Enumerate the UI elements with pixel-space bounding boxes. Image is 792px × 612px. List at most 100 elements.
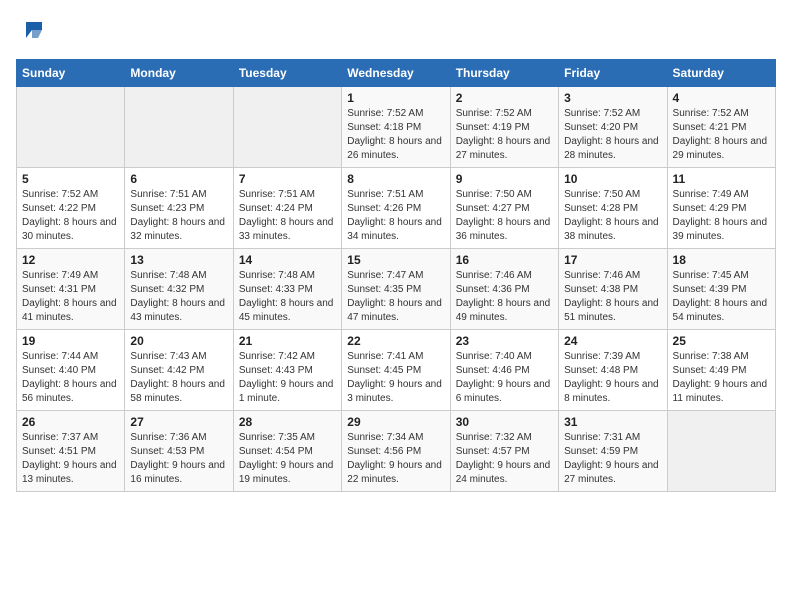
day-number: 10 <box>564 172 661 186</box>
calendar-cell: 10 Sunrise: 7:50 AMSunset: 4:28 PMDaylig… <box>559 168 667 249</box>
cell-info: Sunrise: 7:51 AMSunset: 4:24 PMDaylight:… <box>239 189 334 242</box>
calendar-cell <box>233 87 341 168</box>
calendar-cell: 14 Sunrise: 7:48 AMSunset: 4:33 PMDaylig… <box>233 249 341 330</box>
cell-info: Sunrise: 7:38 AMSunset: 4:49 PMDaylight:… <box>673 351 768 404</box>
calendar-cell: 15 Sunrise: 7:47 AMSunset: 4:35 PMDaylig… <box>342 249 450 330</box>
day-number: 3 <box>564 91 661 105</box>
cell-info: Sunrise: 7:40 AMSunset: 4:46 PMDaylight:… <box>456 351 551 404</box>
day-number: 23 <box>456 334 553 348</box>
calendar-cell: 2 Sunrise: 7:52 AMSunset: 4:19 PMDayligh… <box>450 87 558 168</box>
week-row-4: 19 Sunrise: 7:44 AMSunset: 4:40 PMDaylig… <box>17 330 776 411</box>
calendar-cell: 3 Sunrise: 7:52 AMSunset: 4:20 PMDayligh… <box>559 87 667 168</box>
calendar-cell: 19 Sunrise: 7:44 AMSunset: 4:40 PMDaylig… <box>17 330 125 411</box>
calendar-cell: 9 Sunrise: 7:50 AMSunset: 4:27 PMDayligh… <box>450 168 558 249</box>
calendar-cell: 1 Sunrise: 7:52 AMSunset: 4:18 PMDayligh… <box>342 87 450 168</box>
calendar-cell: 28 Sunrise: 7:35 AMSunset: 4:54 PMDaylig… <box>233 411 341 492</box>
week-row-3: 12 Sunrise: 7:49 AMSunset: 4:31 PMDaylig… <box>17 249 776 330</box>
calendar-cell <box>17 87 125 168</box>
header-day-sunday: Sunday <box>17 60 125 87</box>
header-day-saturday: Saturday <box>667 60 775 87</box>
logo <box>16 16 46 49</box>
day-number: 2 <box>456 91 553 105</box>
day-number: 17 <box>564 253 661 267</box>
day-number: 12 <box>22 253 119 267</box>
cell-info: Sunrise: 7:35 AMSunset: 4:54 PMDaylight:… <box>239 432 334 485</box>
day-number: 31 <box>564 415 661 429</box>
cell-info: Sunrise: 7:52 AMSunset: 4:21 PMDaylight:… <box>673 108 768 161</box>
calendar-cell: 29 Sunrise: 7:34 AMSunset: 4:56 PMDaylig… <box>342 411 450 492</box>
cell-info: Sunrise: 7:51 AMSunset: 4:26 PMDaylight:… <box>347 189 442 242</box>
week-row-5: 26 Sunrise: 7:37 AMSunset: 4:51 PMDaylig… <box>17 411 776 492</box>
cell-info: Sunrise: 7:31 AMSunset: 4:59 PMDaylight:… <box>564 432 659 485</box>
day-number: 26 <box>22 415 119 429</box>
cell-info: Sunrise: 7:45 AMSunset: 4:39 PMDaylight:… <box>673 270 768 323</box>
calendar-cell: 12 Sunrise: 7:49 AMSunset: 4:31 PMDaylig… <box>17 249 125 330</box>
day-number: 27 <box>130 415 227 429</box>
day-number: 28 <box>239 415 336 429</box>
day-number: 29 <box>347 415 444 429</box>
calendar-cell: 31 Sunrise: 7:31 AMSunset: 4:59 PMDaylig… <box>559 411 667 492</box>
calendar-cell: 21 Sunrise: 7:42 AMSunset: 4:43 PMDaylig… <box>233 330 341 411</box>
cell-info: Sunrise: 7:44 AMSunset: 4:40 PMDaylight:… <box>22 351 117 404</box>
calendar-cell: 8 Sunrise: 7:51 AMSunset: 4:26 PMDayligh… <box>342 168 450 249</box>
calendar-header: SundayMondayTuesdayWednesdayThursdayFrid… <box>17 60 776 87</box>
page-header <box>16 16 776 49</box>
cell-info: Sunrise: 7:41 AMSunset: 4:45 PMDaylight:… <box>347 351 442 404</box>
calendar-cell: 18 Sunrise: 7:45 AMSunset: 4:39 PMDaylig… <box>667 249 775 330</box>
day-number: 15 <box>347 253 444 267</box>
day-number: 16 <box>456 253 553 267</box>
cell-info: Sunrise: 7:52 AMSunset: 4:20 PMDaylight:… <box>564 108 659 161</box>
cell-info: Sunrise: 7:46 AMSunset: 4:38 PMDaylight:… <box>564 270 659 323</box>
cell-info: Sunrise: 7:32 AMSunset: 4:57 PMDaylight:… <box>456 432 551 485</box>
cell-info: Sunrise: 7:52 AMSunset: 4:19 PMDaylight:… <box>456 108 551 161</box>
cell-info: Sunrise: 7:46 AMSunset: 4:36 PMDaylight:… <box>456 270 551 323</box>
calendar-cell: 22 Sunrise: 7:41 AMSunset: 4:45 PMDaylig… <box>342 330 450 411</box>
calendar-table: SundayMondayTuesdayWednesdayThursdayFrid… <box>16 59 776 492</box>
header-day-monday: Monday <box>125 60 233 87</box>
calendar-cell <box>125 87 233 168</box>
calendar-cell: 5 Sunrise: 7:52 AMSunset: 4:22 PMDayligh… <box>17 168 125 249</box>
calendar-cell: 27 Sunrise: 7:36 AMSunset: 4:53 PMDaylig… <box>125 411 233 492</box>
calendar-body: 1 Sunrise: 7:52 AMSunset: 4:18 PMDayligh… <box>17 87 776 492</box>
cell-info: Sunrise: 7:52 AMSunset: 4:18 PMDaylight:… <box>347 108 442 161</box>
day-number: 6 <box>130 172 227 186</box>
calendar-cell: 11 Sunrise: 7:49 AMSunset: 4:29 PMDaylig… <box>667 168 775 249</box>
day-number: 18 <box>673 253 770 267</box>
cell-info: Sunrise: 7:42 AMSunset: 4:43 PMDaylight:… <box>239 351 334 404</box>
day-number: 7 <box>239 172 336 186</box>
header-day-thursday: Thursday <box>450 60 558 87</box>
calendar-cell: 16 Sunrise: 7:46 AMSunset: 4:36 PMDaylig… <box>450 249 558 330</box>
logo-icon <box>18 16 46 44</box>
calendar-cell: 6 Sunrise: 7:51 AMSunset: 4:23 PMDayligh… <box>125 168 233 249</box>
calendar-cell: 7 Sunrise: 7:51 AMSunset: 4:24 PMDayligh… <box>233 168 341 249</box>
cell-info: Sunrise: 7:43 AMSunset: 4:42 PMDaylight:… <box>130 351 225 404</box>
header-row: SundayMondayTuesdayWednesdayThursdayFrid… <box>17 60 776 87</box>
calendar-cell: 25 Sunrise: 7:38 AMSunset: 4:49 PMDaylig… <box>667 330 775 411</box>
day-number: 9 <box>456 172 553 186</box>
header-day-tuesday: Tuesday <box>233 60 341 87</box>
week-row-2: 5 Sunrise: 7:52 AMSunset: 4:22 PMDayligh… <box>17 168 776 249</box>
cell-info: Sunrise: 7:49 AMSunset: 4:29 PMDaylight:… <box>673 189 768 242</box>
day-number: 22 <box>347 334 444 348</box>
cell-info: Sunrise: 7:39 AMSunset: 4:48 PMDaylight:… <box>564 351 659 404</box>
calendar-cell <box>667 411 775 492</box>
day-number: 21 <box>239 334 336 348</box>
header-day-friday: Friday <box>559 60 667 87</box>
calendar-cell: 26 Sunrise: 7:37 AMSunset: 4:51 PMDaylig… <box>17 411 125 492</box>
cell-info: Sunrise: 7:37 AMSunset: 4:51 PMDaylight:… <box>22 432 117 485</box>
calendar-cell: 13 Sunrise: 7:48 AMSunset: 4:32 PMDaylig… <box>125 249 233 330</box>
cell-info: Sunrise: 7:48 AMSunset: 4:32 PMDaylight:… <box>130 270 225 323</box>
day-number: 11 <box>673 172 770 186</box>
day-number: 13 <box>130 253 227 267</box>
day-number: 19 <box>22 334 119 348</box>
header-day-wednesday: Wednesday <box>342 60 450 87</box>
day-number: 24 <box>564 334 661 348</box>
day-number: 8 <box>347 172 444 186</box>
day-number: 20 <box>130 334 227 348</box>
day-number: 25 <box>673 334 770 348</box>
cell-info: Sunrise: 7:36 AMSunset: 4:53 PMDaylight:… <box>130 432 225 485</box>
calendar-cell: 17 Sunrise: 7:46 AMSunset: 4:38 PMDaylig… <box>559 249 667 330</box>
cell-info: Sunrise: 7:48 AMSunset: 4:33 PMDaylight:… <box>239 270 334 323</box>
calendar-cell: 24 Sunrise: 7:39 AMSunset: 4:48 PMDaylig… <box>559 330 667 411</box>
calendar-cell: 23 Sunrise: 7:40 AMSunset: 4:46 PMDaylig… <box>450 330 558 411</box>
